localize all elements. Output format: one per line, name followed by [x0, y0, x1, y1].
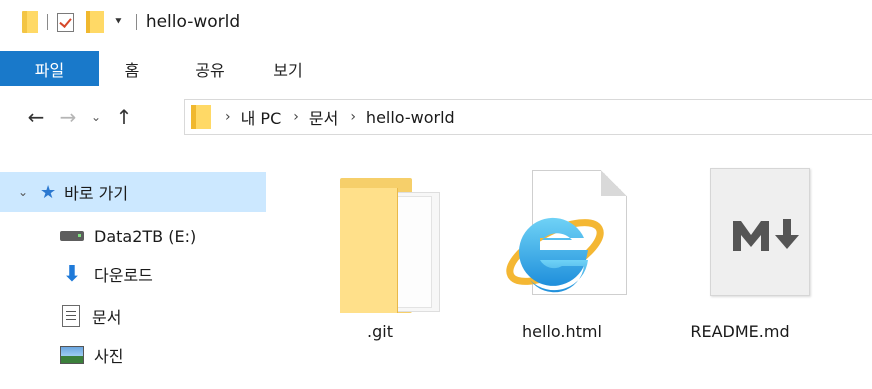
- up-button[interactable]: ↑: [108, 105, 140, 129]
- breadcrumb-this-pc[interactable]: 내 PC: [241, 105, 282, 129]
- tab-file[interactable]: 파일: [0, 51, 99, 86]
- new-folder-icon[interactable]: [86, 11, 104, 33]
- breadcrumb-hello-world[interactable]: hello-world: [366, 108, 455, 127]
- ribbon-tabs: 파일 홈 공유 보기: [0, 51, 872, 86]
- forward-button[interactable]: →: [52, 105, 84, 129]
- navigation-pane: ⌄ ★ 바로 가기 Data2TB (E:) ⬇ 다운로드 문서 사진: [0, 172, 268, 389]
- file-name: .git: [367, 322, 393, 341]
- address-bar[interactable]: › 내 PC › 문서 › hello-world: [184, 99, 872, 135]
- file-name: README.md: [690, 322, 790, 341]
- window-title: hello-world: [145, 12, 241, 32]
- drive-icon: [60, 231, 84, 241]
- star-icon: ★: [40, 181, 57, 203]
- file-item-hello-html[interactable]: hello.html: [492, 160, 632, 360]
- sidebar-item-label: 바로 가기: [64, 184, 129, 203]
- markdown-page-icon: [710, 168, 810, 296]
- address-folder-icon: [191, 105, 211, 129]
- chevron-down-icon[interactable]: ⌄: [18, 185, 32, 199]
- sidebar-item-data2tb[interactable]: Data2TB (E:): [0, 216, 266, 256]
- sidebar-item-label: Data2TB (E:): [94, 226, 197, 246]
- properties-icon[interactable]: [57, 12, 74, 32]
- breadcrumb-separator-icon[interactable]: ›: [350, 109, 356, 125]
- sidebar-item-label: 사진: [94, 347, 124, 366]
- tab-share[interactable]: 공유: [165, 51, 255, 86]
- sidebar-item-quick-access[interactable]: ⌄ ★ 바로 가기: [0, 172, 266, 212]
- tab-view[interactable]: 보기: [255, 51, 321, 86]
- recent-locations-button[interactable]: ⌄: [84, 110, 108, 124]
- sidebar-item-pictures[interactable]: 사진: [0, 335, 266, 375]
- file-item-readme-md[interactable]: README.md: [670, 160, 810, 360]
- download-icon: ⬇: [62, 261, 82, 287]
- tab-home[interactable]: 홈: [99, 51, 165, 86]
- sidebar-item-label: 다운로드: [94, 266, 153, 285]
- sidebar-item-downloads[interactable]: ⬇ 다운로드: [0, 254, 266, 294]
- folder-icon: [340, 178, 440, 313]
- file-item-git[interactable]: .git: [310, 160, 450, 360]
- pictures-icon: [60, 346, 84, 364]
- title-bar: ⯆ hello-world: [0, 0, 872, 44]
- navigation-bar: ← → ⌄ ↑ › 내 PC › 문서 › hello-world: [0, 99, 872, 135]
- internet-explorer-icon: [506, 217, 604, 293]
- sidebar-item-label: 문서: [92, 308, 122, 327]
- customize-toolbar-dropdown[interactable]: ⯆: [114, 15, 123, 29]
- breadcrumb-documents[interactable]: 문서: [309, 105, 338, 129]
- breadcrumb-separator-icon[interactable]: ›: [293, 109, 299, 125]
- back-button[interactable]: ←: [20, 105, 52, 129]
- window-folder-icon: [22, 11, 38, 33]
- file-name: hello.html: [522, 322, 602, 341]
- markdown-icon: [733, 219, 799, 251]
- breadcrumb-separator-icon[interactable]: ›: [225, 109, 231, 125]
- quick-access-separator: [47, 14, 48, 30]
- documents-icon: [62, 305, 80, 327]
- sidebar-item-documents[interactable]: 문서: [0, 296, 266, 336]
- title-separator: [135, 14, 137, 30]
